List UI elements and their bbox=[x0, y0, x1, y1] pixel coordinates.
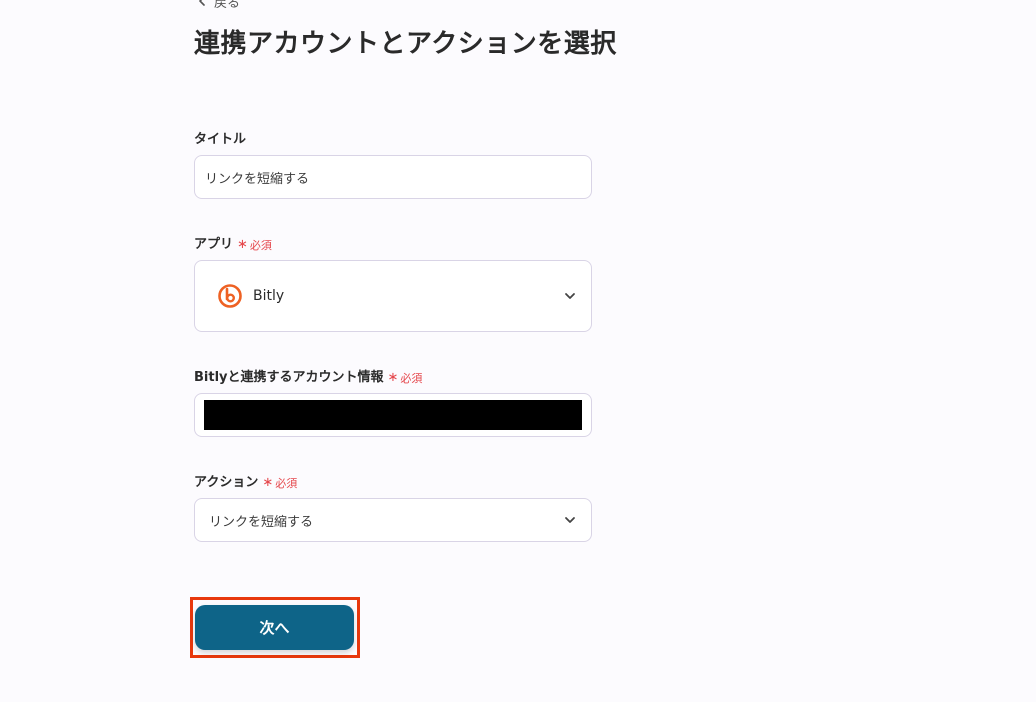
action-field-label: アクション ∗ 必須 bbox=[194, 471, 297, 491]
back-link[interactable]: 戻る bbox=[196, 0, 241, 11]
page-title: 連携アカウントとアクションを選択 bbox=[194, 29, 617, 59]
back-label: 戻る bbox=[214, 0, 241, 11]
required-badge: ∗ 必須 bbox=[388, 370, 423, 386]
required-text: 必須 bbox=[400, 371, 423, 385]
chevron-left-icon bbox=[199, 0, 205, 6]
account-field-label: Bitlyと連携するアカウント情報 ∗ 必須 bbox=[194, 366, 422, 386]
account-label-text: Bitlyと連携するアカウント情報 bbox=[194, 370, 384, 385]
chevron-down-icon bbox=[565, 517, 575, 523]
app-field-label: アプリ ∗ 必須 bbox=[194, 233, 272, 253]
account-select[interactable] bbox=[194, 393, 592, 437]
redacted-account-info bbox=[204, 400, 582, 430]
required-asterisk-icon: ∗ bbox=[237, 237, 248, 252]
required-text: 必須 bbox=[275, 476, 298, 490]
app-label-text: アプリ bbox=[194, 237, 234, 252]
chevron-down-icon bbox=[565, 293, 575, 299]
action-select-value: リンクを短縮する bbox=[209, 514, 314, 530]
bitly-logo-icon bbox=[218, 284, 242, 308]
app-select[interactable]: Bitly bbox=[194, 260, 592, 332]
required-badge: ∗ 必須 bbox=[262, 475, 297, 491]
action-select[interactable]: リンクを短縮する bbox=[194, 498, 592, 542]
app-select-value: Bitly bbox=[253, 288, 285, 304]
page: 戻る 連携アカウントとアクションを選択 タイトル リンクを短縮する アプリ ∗ … bbox=[0, 0, 1036, 702]
required-text: 必須 bbox=[249, 238, 272, 252]
required-badge: ∗ 必須 bbox=[237, 237, 272, 253]
required-asterisk-icon: ∗ bbox=[387, 370, 399, 385]
action-label-text: アクション bbox=[194, 475, 259, 490]
title-label-text: タイトル bbox=[194, 132, 247, 147]
next-button[interactable]: 次へ bbox=[195, 605, 354, 650]
title-input[interactable]: リンクを短縮する bbox=[194, 155, 592, 199]
title-input-value: リンクを短縮する bbox=[205, 171, 310, 187]
required-asterisk-icon: ∗ bbox=[262, 475, 274, 490]
title-field-label: タイトル bbox=[194, 128, 246, 147]
